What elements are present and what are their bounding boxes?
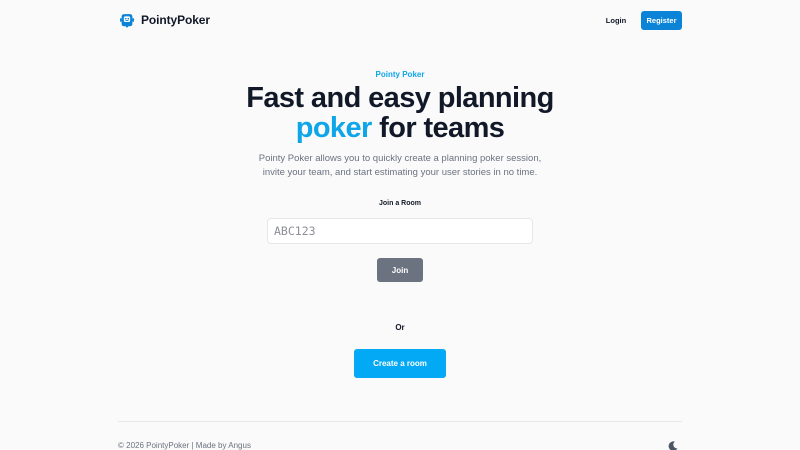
logo-text: PointyPoker xyxy=(141,13,210,27)
join-room-label: Join a Room xyxy=(378,200,421,207)
login-link[interactable]: Login xyxy=(598,12,634,28)
footer-copyright: © 2026 PointyPoker | Made by Angus xyxy=(118,441,251,450)
headline-line-1: Fast and easy planning xyxy=(246,82,554,114)
hero-headline: Fast and easy planning poker for teams xyxy=(0,83,800,143)
headline-accent: poker xyxy=(295,112,373,144)
logo[interactable]: PointyPoker xyxy=(118,11,210,29)
create-room-button[interactable]: Create a room xyxy=(354,349,446,378)
headline-line-2: for teams xyxy=(371,112,505,144)
room-code-input[interactable] xyxy=(267,218,533,244)
page: PointyPoker Login Register Pointy Poker … xyxy=(0,0,800,450)
join-button[interactable]: Join xyxy=(377,258,423,282)
moon-icon[interactable] xyxy=(667,440,679,450)
hero-subtext: Pointy Poker allows you to quickly creat… xyxy=(258,153,542,178)
header: PointyPoker Login Register xyxy=(0,0,800,40)
hero-eyebrow: Pointy Poker xyxy=(375,70,425,79)
register-button[interactable]: Register xyxy=(641,11,682,30)
poker-robot-icon xyxy=(119,14,135,28)
footer-divider xyxy=(118,421,682,422)
or-divider-label: Or xyxy=(395,323,405,332)
